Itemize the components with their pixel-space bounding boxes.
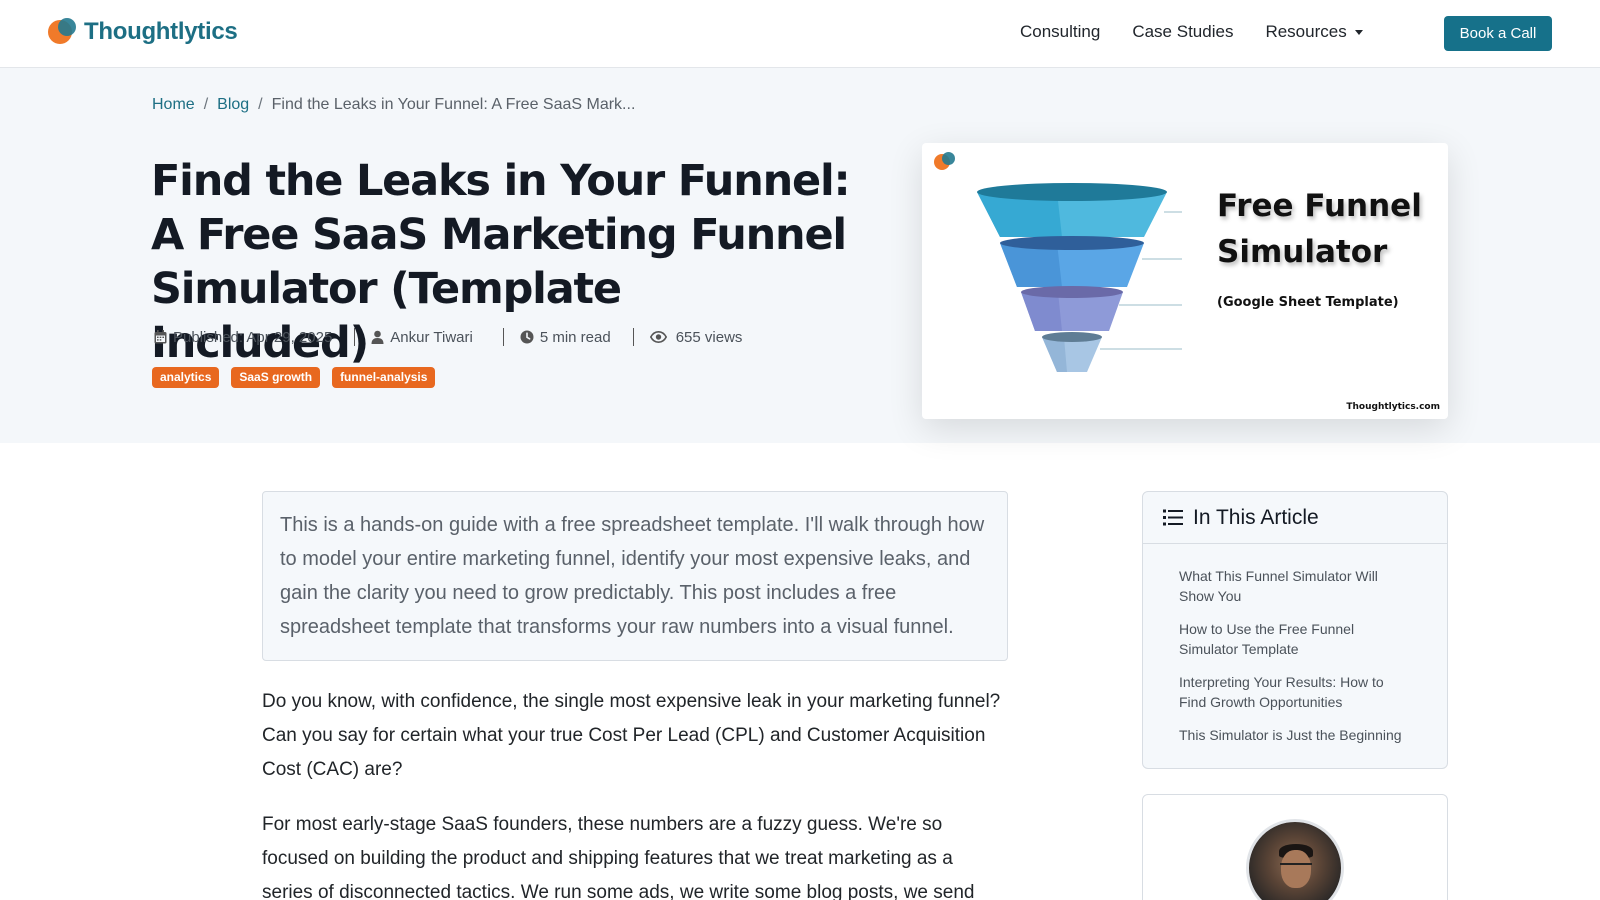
author-avatar <box>1246 819 1344 900</box>
tag-analytics[interactable]: analytics <box>152 367 220 388</box>
nav-case-studies[interactable]: Case Studies <box>1132 22 1233 42</box>
thoughtlytics-logo-icon <box>934 151 956 173</box>
published-label: Published: Apr 29, 2025 <box>173 328 333 346</box>
tag-saas-growth[interactable]: SaaS growth <box>231 367 321 388</box>
main-nav: Consulting Case Studies Resources <box>1020 22 1395 42</box>
view-count: 655 views <box>649 328 743 346</box>
meta-divider <box>632 328 634 346</box>
article-paragraph-1: Do you know, with confidence, the single… <box>262 691 1001 780</box>
funnel-stage-4 <box>1042 332 1182 372</box>
funnel-illustration <box>977 183 1182 372</box>
read-time-label: 5 min read <box>539 328 611 346</box>
author-card <box>1142 794 1448 900</box>
table-of-contents: In This Article What This Funnel Simulat… <box>1142 491 1448 769</box>
published-date: Published: Apr 29, 2025 <box>154 329 332 346</box>
breadcrumb-separator: / <box>258 96 263 113</box>
featured-image-subtitle: (Google Sheet Template) <box>1217 295 1399 310</box>
featured-image-title: Free Funnel Simulator <box>1217 188 1422 270</box>
read-time: 5 min read <box>520 329 611 346</box>
toc-item-interpreting-results[interactable]: Interpreting Your Results: How to Find G… <box>1179 672 1411 712</box>
clock-icon <box>520 330 534 344</box>
calendar-icon <box>154 330 167 344</box>
toc-header: In This Article <box>1143 492 1447 544</box>
tag-list: analytics SaaS growth funnel-analysis <box>152 367 436 388</box>
nav-resources-dropdown[interactable]: Resources <box>1265 22 1363 42</box>
toc-item-how-to-use[interactable]: How to Use the Free Funnel Simulator Tem… <box>1179 619 1411 659</box>
list-icon <box>1163 509 1183 526</box>
toc-item-just-the-beginning[interactable]: This Simulator is Just the Beginning <box>1179 725 1411 745</box>
breadcrumb: Home / Blog / Find the Leaks in Your Fun… <box>152 96 635 114</box>
toc-heading: In This Article <box>1193 505 1319 529</box>
brand-name: Thoughtlytics <box>84 18 238 45</box>
tag-funnel-analysis[interactable]: funnel-analysis <box>332 367 436 388</box>
author-name[interactable]: Ankur Tiwari <box>390 329 473 346</box>
featured-image-site: Thoughtlytics.com <box>1346 402 1440 412</box>
article-paragraph-2: For most early-stage SaaS founders, thes… <box>262 814 975 900</box>
article-hero: Home / Blog / Find the Leaks in Your Fun… <box>0 68 1600 443</box>
breadcrumb-current: Find the Leaks in Your Funnel: A Free Sa… <box>271 96 636 113</box>
nav-resources-label: Resources <box>1265 22 1347 41</box>
author: Ankur Tiwari <box>371 329 473 346</box>
navbar: Thoughtlytics Consulting Case Studies Re… <box>0 0 1600 68</box>
article-lead: This is a hands-on guide with a free spr… <box>262 491 1008 661</box>
toc-list: What This Funnel Simulator Will Show You… <box>1143 544 1447 745</box>
toc-item-what-simulator-shows[interactable]: What This Funnel Simulator Will Show You <box>1179 566 1411 606</box>
featured-image: Free Funnel Simulator (Google Sheet Temp… <box>922 143 1448 419</box>
breadcrumb-separator: / <box>203 96 209 113</box>
meta-divider <box>502 328 504 346</box>
article-meta: Published: Apr 29, 2025 Ankur Tiwari 5 m… <box>154 328 742 346</box>
chevron-down-icon <box>1354 29 1363 35</box>
user-icon <box>371 330 384 344</box>
breadcrumb-home[interactable]: Home <box>152 96 195 114</box>
meta-divider <box>354 328 356 346</box>
views-label: 655 views <box>675 328 743 346</box>
funnel-stage-3 <box>1021 286 1182 331</box>
funnel-stage-2 <box>1000 236 1182 287</box>
breadcrumb-blog[interactable]: Blog <box>217 96 249 114</box>
funnel-stage-1 <box>977 183 1182 237</box>
brand-logo-icon <box>48 17 78 47</box>
nav-consulting[interactable]: Consulting <box>1020 22 1100 42</box>
brand-logo-link[interactable]: Thoughtlytics <box>48 17 238 47</box>
eye-icon <box>649 331 667 343</box>
book-a-call-button[interactable]: Book a Call <box>1444 16 1552 51</box>
